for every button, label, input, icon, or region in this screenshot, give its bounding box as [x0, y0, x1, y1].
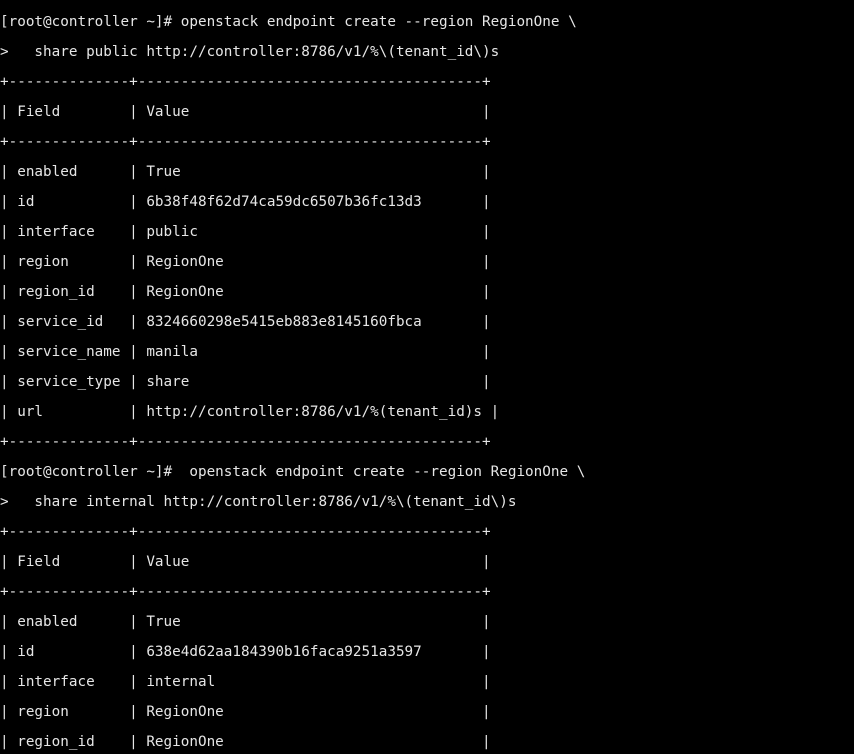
table-row: | service_type | share | — [0, 375, 854, 390]
command-line: [root@controller ~]# openstack endpoint … — [0, 465, 854, 480]
table-row: | enabled | True | — [0, 165, 854, 180]
command-line: [root@controller ~]# openstack endpoint … — [0, 15, 854, 30]
table-border: +--------------+------------------------… — [0, 135, 854, 150]
table-row: | region | RegionOne | — [0, 255, 854, 270]
table-row: | service_id | 8324660298e5415eb883e8145… — [0, 315, 854, 330]
command-line-cont: > share internal http://controller:8786/… — [0, 495, 854, 510]
table-header: | Field | Value | — [0, 105, 854, 120]
table-row: | region | RegionOne | — [0, 705, 854, 720]
table-row: | region_id | RegionOne | — [0, 285, 854, 300]
table-row: | interface | public | — [0, 225, 854, 240]
table-border: +--------------+------------------------… — [0, 525, 854, 540]
table-row: | id | 638e4d62aa184390b16faca9251a3597 … — [0, 645, 854, 660]
table-row: | enabled | True | — [0, 615, 854, 630]
terminal-output[interactable]: [root@controller ~]# openstack endpoint … — [0, 0, 854, 754]
table-row: | service_name | manila | — [0, 345, 854, 360]
table-border: +--------------+------------------------… — [0, 585, 854, 600]
table-row: | region_id | RegionOne | — [0, 735, 854, 750]
table-row: | interface | internal | — [0, 675, 854, 690]
table-border: +--------------+------------------------… — [0, 435, 854, 450]
table-border: +--------------+------------------------… — [0, 75, 854, 90]
table-header: | Field | Value | — [0, 555, 854, 570]
table-row: | id | 6b38f48f62d74ca59dc6507b36fc13d3 … — [0, 195, 854, 210]
table-row: | url | http://controller:8786/v1/%(tena… — [0, 405, 854, 420]
command-line-cont: > share public http://controller:8786/v1… — [0, 45, 854, 60]
